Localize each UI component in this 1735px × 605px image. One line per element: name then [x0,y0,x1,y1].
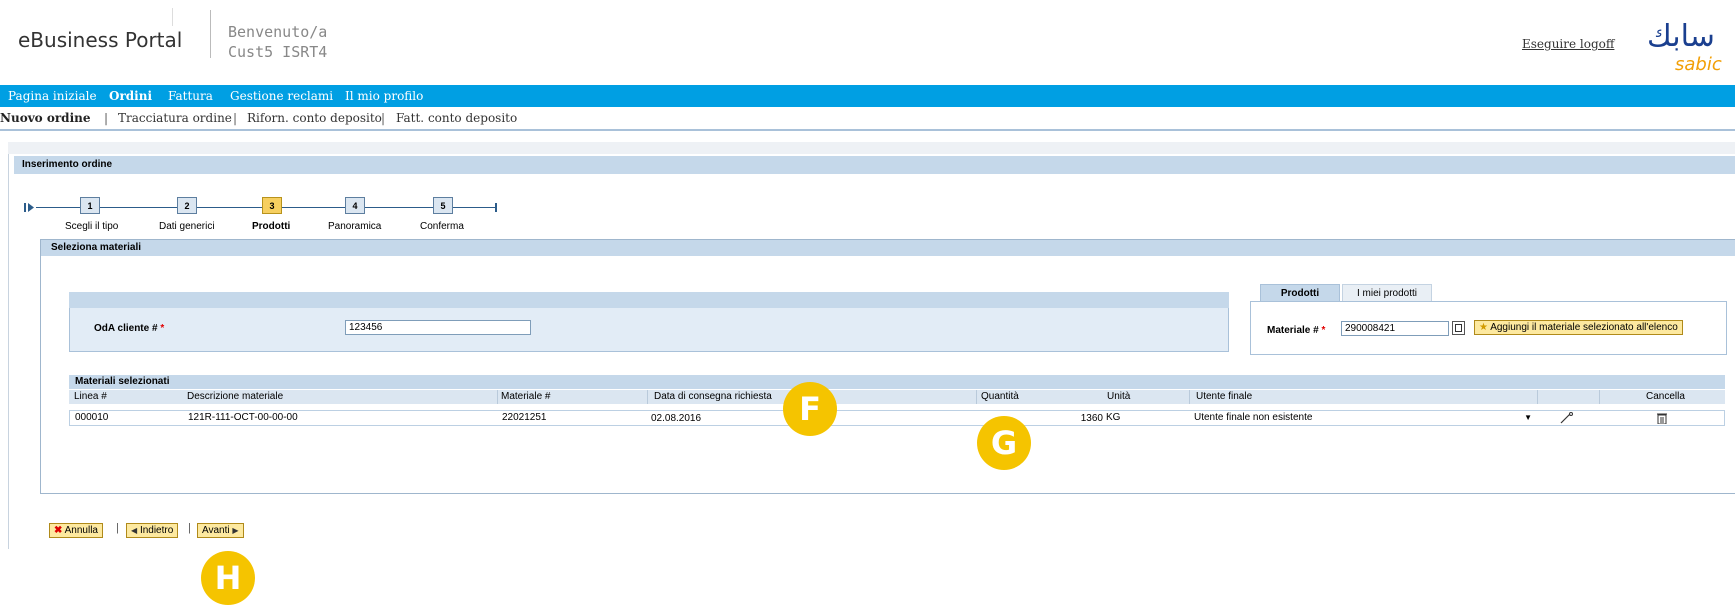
col-data: Data di consegna richiesta [654,391,772,402]
back-label: Indietro [139,525,174,536]
nav-fattura[interactable]: Fattura [168,89,213,103]
chevron-down-icon: ▼ [1524,413,1532,422]
col-cancella: Cancella [1646,391,1685,402]
cell-unita: KG [1106,412,1121,423]
roadmap-label-4: Panoramica [328,221,382,232]
nav-il-mio-profilo[interactable]: Il mio profilo [345,89,423,103]
cancel-button[interactable]: ✖ Annulla [49,523,103,538]
logo-arabic: سابك [1647,19,1715,54]
add-material-button[interactable]: ★ Aggiungi il materiale selezionato all'… [1474,320,1683,335]
subnav-separator: | [233,111,238,125]
oda-label-text: OdA cliente # [94,323,158,334]
nav-gestione-reclami[interactable]: Gestione reclami [230,89,333,103]
col-sep [647,390,648,404]
roadmap-step-1[interactable]: 1 [80,197,100,214]
left-arrow-icon: ◀ [131,526,138,535]
oda-form-header [69,292,1229,308]
table-header: Linea # Descrizione materiale Materiale … [69,390,1725,404]
welcome-user: Cust5 ISRT4 [228,43,328,61]
subnav-tracciatura-ordine[interactable]: Tracciatura ordine [118,111,232,125]
roadmap-step-4[interactable]: 4 [345,197,365,214]
roadmap-label-3: Prodotti [252,221,291,232]
trash-icon[interactable] [1656,412,1668,424]
col-sep [976,390,977,404]
end-user-select[interactable]: Utente finale non esistente ▼ [1190,411,1538,425]
right-arrow-icon: ▶ [232,526,239,535]
subnav-riforn-conto-deposito[interactable]: Riforn. conto deposito [247,111,382,125]
tab-prodotti[interactable]: Prodotti [1260,284,1340,302]
cell-descrizione: 121R-111-OCT-00-00-00 [188,412,298,423]
cell-linea: 000010 [75,412,109,423]
col-sep [1189,390,1190,404]
nav-ordini[interactable]: Ordini [109,89,152,103]
oda-required-mark: * [160,323,165,334]
table-row[interactable]: 000010 121R-111-OCT-00-00-00 22021251 KG… [69,410,1725,426]
back-button[interactable]: ◀ Indietro [126,523,179,538]
cancel-label: Annulla [64,525,98,536]
logo-wordmark: sabic [1675,54,1722,75]
roadmap-step-5[interactable]: 5 [433,197,453,214]
materiale-input[interactable] [1341,321,1449,336]
header-divider [210,10,211,58]
sabic-logo: سابك sabic [1645,16,1735,76]
col-unita: Unità [1107,391,1131,402]
subnav-nuovo-ordine[interactable]: Nuovo ordine [0,111,91,125]
content-band [8,142,1735,154]
roadmap-label-2: Dati generici [159,221,215,232]
star-icon: ★ [1479,322,1488,333]
selected-materials-title: Materiali selezionati [69,375,1725,389]
oda-input[interactable] [345,320,531,335]
main-nav: Pagina iniziale Ordini Fattura Gestione … [0,85,1735,107]
button-separator: | [188,522,191,534]
col-linea: Linea # [74,391,107,402]
tab-miei-prodotti[interactable]: I miei prodotti [1342,284,1432,302]
next-button[interactable]: Avanti ▶ [197,523,244,538]
materiale-label-text: Materiale # [1267,325,1319,336]
brand-title: eBusiness Portal [18,28,183,52]
callout-badge-f: F [783,382,837,436]
callout-badge-g: G [977,416,1031,470]
add-material-label: Aggiungi il materiale selezionato all'el… [1490,322,1678,333]
col-utente: Utente finale [1196,391,1253,402]
next-label: Avanti [202,525,230,536]
callout-badge-h: H [201,551,255,605]
roadmap-step-2[interactable]: 2 [177,197,197,214]
welcome-greeting: Benvenuto/a [228,23,328,41]
button-separator: | [116,522,119,534]
cancel-x-icon: ✖ [54,525,63,536]
sub-nav: Nuovo ordine | Tracciatura ordine | Rifo… [0,107,1735,131]
col-sep [497,390,498,404]
nav-pagina-iniziale[interactable]: Pagina iniziale [8,89,97,103]
roadmap-label-5: Conferma [420,221,464,232]
end-user-value: Utente finale non esistente [1194,412,1313,423]
edit-wand-icon[interactable] [1559,412,1575,424]
panel-title: Inserimento ordine [14,156,1735,174]
subnav-fatt-conto-deposito[interactable]: Fatt. conto deposito [396,111,517,125]
roadmap-end-icon [495,203,497,212]
subnav-separator: | [104,111,109,125]
col-quantita: Quantità [981,391,1019,402]
materiale-label: Materiale # * [1267,325,1325,336]
materials-panel [40,239,1735,494]
value-help-icon[interactable] [1452,321,1465,335]
col-sep [1599,390,1600,404]
logoff-link[interactable]: Eseguire logoff [1522,37,1614,51]
cell-materiale: 22021251 [502,412,547,423]
subnav-separator: | [381,111,386,125]
col-sep [1537,390,1538,404]
header-divider-small [172,8,173,26]
roadmap-start-icon [24,203,34,212]
materials-panel-title: Seleziona materiali [41,240,1735,256]
roadmap-step-3[interactable]: 3 [262,197,282,214]
col-descrizione: Descrizione materiale [187,391,284,402]
roadmap-label-1: Scegli il tipo [65,221,119,232]
col-materiale: Materiale # [501,391,551,402]
welcome-text: Benvenuto/a Cust5 ISRT4 [228,22,327,62]
materiale-required-mark: * [1321,325,1326,336]
oda-label: OdA cliente # * [94,323,164,334]
value-help-glyph [1455,324,1462,332]
